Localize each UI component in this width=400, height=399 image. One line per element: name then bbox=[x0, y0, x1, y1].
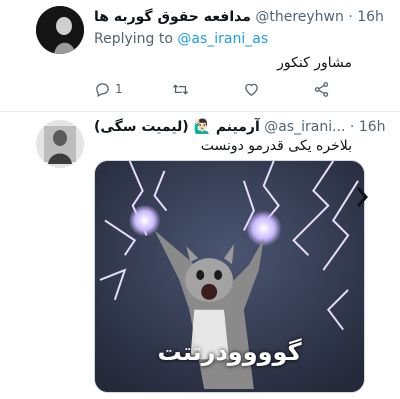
share-icon bbox=[314, 81, 329, 97]
avatar[interactable] bbox=[36, 120, 84, 168]
avatar[interactable] bbox=[36, 6, 84, 54]
retweet-button[interactable] bbox=[172, 81, 193, 98]
reply-count: 1 bbox=[115, 82, 123, 96]
tweet-media-gif[interactable]: گوووودرتتت bbox=[94, 160, 365, 393]
share-button[interactable] bbox=[313, 81, 334, 98]
tweet-reply-1[interactable]: مدافعه حقوق گوربه ها @thereyhwn · 16h Re… bbox=[0, 0, 400, 112]
display-name[interactable]: مدافعه حقوق گوربه ها bbox=[94, 9, 251, 25]
reply-icon bbox=[96, 82, 109, 97]
chevron-right-icon[interactable] bbox=[356, 186, 368, 208]
tweet-text: بلاخره یکی قدرمو دونست bbox=[200, 138, 352, 154]
timestamp[interactable]: 16h bbox=[357, 9, 384, 25]
display-name[interactable]: آرمینم 🙋🏻‍♂️ (لیمیت سگی) bbox=[94, 119, 260, 135]
timestamp[interactable]: 16h bbox=[359, 119, 386, 135]
separator-dot: · bbox=[348, 9, 353, 25]
separator-dot: · bbox=[349, 119, 355, 135]
retweet-icon bbox=[173, 83, 189, 95]
tweet-actions: 1 bbox=[94, 80, 334, 98]
replying-to-prefix: Replying to bbox=[94, 31, 173, 47]
handle[interactable]: @as_irani... bbox=[264, 119, 345, 135]
replying-to-mention[interactable]: @as_irani_as bbox=[177, 31, 268, 47]
tweet-header: مدافعه حقوق گوربه ها @thereyhwn · 16h bbox=[94, 9, 384, 25]
tweet-header: آرمینم 🙋🏻‍♂️ (لیمیت سگی) @as_irani... · … bbox=[94, 119, 385, 135]
tweet-text: مشاور کنکور bbox=[277, 55, 352, 71]
reply-button[interactable]: 1 bbox=[94, 81, 123, 98]
replying-to-line: Replying to @as_irani_as bbox=[94, 31, 268, 47]
like-button[interactable] bbox=[243, 81, 264, 98]
heart-icon bbox=[244, 83, 258, 96]
media-caption: گوووودرتتت bbox=[157, 338, 302, 366]
handle[interactable]: @thereyhwn bbox=[255, 9, 344, 25]
